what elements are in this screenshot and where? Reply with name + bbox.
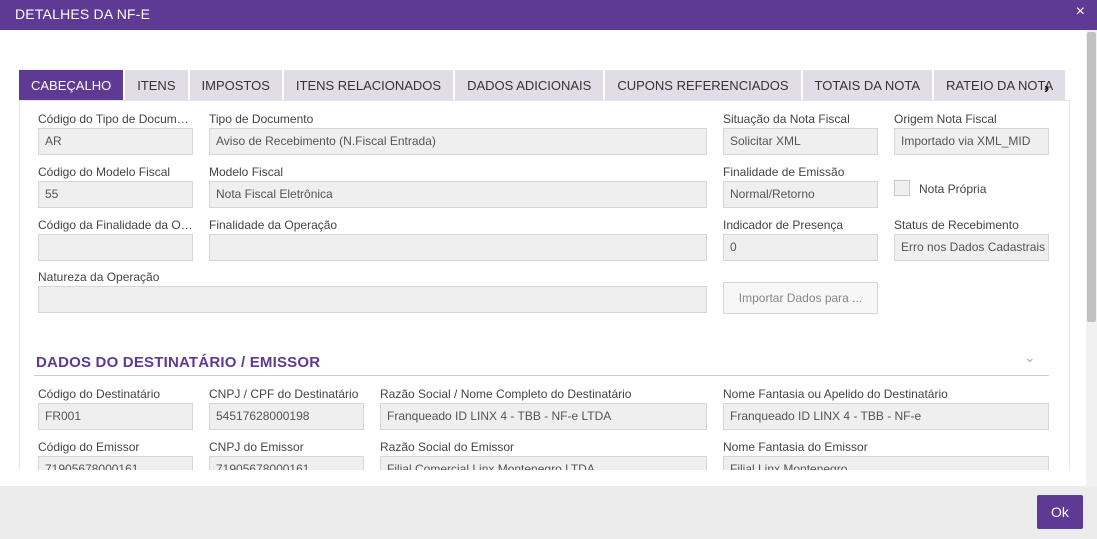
tab-itens-relacionados[interactable]: ITENS RELACIONADOS [283, 70, 456, 101]
label-codigo-destinatario: Código do Destinatário [38, 387, 161, 401]
label-cnpj-destinatario: CNPJ / CPF do Destinatário [209, 387, 359, 401]
dialog-titlebar: DETALHES DA NF-E × [0, 0, 1097, 30]
tab-dados-adicionais[interactable]: DADOS ADICIONAIS [455, 70, 606, 101]
field-codigo-modelo-fiscal[interactable]: 55 [38, 181, 193, 208]
tab-impostos[interactable]: IMPOSTOS [189, 70, 284, 101]
label-modelo-fiscal: Modelo Fiscal [209, 165, 284, 179]
field-origem-nota[interactable]: Importado via XML_MID [894, 128, 1049, 155]
chevron-right-icon[interactable]: › [1044, 80, 1058, 98]
field-codigo-finalidade-operacao[interactable] [38, 234, 193, 261]
field-codigo-emissor[interactable]: 71905678000161 [38, 456, 193, 470]
label-finalidade-operacao: Finalidade da Operação [209, 218, 338, 232]
close-icon[interactable]: × [1076, 3, 1085, 21]
label-status-recebimento: Status de Recebimento [894, 218, 1019, 232]
dialog-title: DETALHES DA NF-E [15, 6, 151, 22]
label-razao-social-destinatario: Razão Social / Nome Completo do Destinat… [380, 387, 632, 401]
field-razao-social-emissor[interactable]: Filial Comercial Linx Montenegro LTDA [380, 456, 707, 470]
section-divider [34, 375, 1049, 376]
label-codigo-finalidade-operacao: Código da Finalidade da Operação [38, 218, 193, 232]
tab-cupons-referenciados[interactable]: CUPONS REFERENCIADOS [605, 70, 803, 101]
field-modelo-fiscal[interactable]: Nota Fiscal Eletrônica [209, 181, 707, 208]
ok-button[interactable]: Ok [1037, 495, 1083, 529]
label-indicador-presenca: Indicador de Presença [723, 218, 844, 232]
field-situacao-nota[interactable]: Solicitar XML [723, 128, 878, 155]
field-indicador-presenca[interactable]: 0 [723, 234, 878, 261]
tab-totais-da-nota[interactable]: TOTAIS DA NOTA [802, 70, 935, 101]
field-tipo-documento[interactable]: Aviso de Recebimento (N.Fiscal Entrada) [209, 128, 707, 155]
label-nota-propria: Nota Própria [919, 182, 987, 196]
label-natureza-operacao: Natureza da Operação [38, 270, 160, 284]
importar-dados-button[interactable]: Importar Dados para ... [723, 282, 878, 314]
label-origem-nota: Origem Nota Fiscal [894, 112, 997, 126]
field-status-recebimento[interactable]: Erro nos Dados Cadastrais [894, 234, 1049, 261]
label-finalidade-emissao: Finalidade de Emissão [723, 165, 845, 179]
label-situacao-nota: Situação da Nota Fiscal [723, 112, 850, 126]
label-codigo-emissor: Código do Emissor [38, 440, 140, 454]
field-cnpj-emissor[interactable]: 71905678000161 [209, 456, 364, 470]
scrollbar-thumb[interactable] [1087, 32, 1096, 322]
field-nome-fantasia-destinatario[interactable]: Franqueado ID LINX 4 - TBB - NF-e [723, 403, 1049, 430]
label-tipo-documento: Tipo de Documento [209, 112, 314, 126]
label-codigo-modelo-fiscal: Código do Modelo Fiscal [38, 165, 171, 179]
tab-bar: CABEÇALHO ITENS IMPOSTOS ITENS RELACIONA… [19, 70, 1068, 101]
label-nome-fantasia-destinatario: Nome Fantasia ou Apelido do Destinatário [723, 387, 948, 401]
field-finalidade-emissao[interactable]: Normal/Retorno [723, 181, 878, 208]
field-natureza-operacao[interactable] [38, 286, 707, 313]
label-nome-fantasia-emissor: Nome Fantasia do Emissor [723, 440, 868, 454]
field-finalidade-operacao[interactable] [209, 234, 707, 261]
label-cnpj-emissor: CNPJ do Emissor [209, 440, 304, 454]
chevron-down-icon[interactable]: ⌄ [1024, 349, 1038, 365]
vertical-scrollbar[interactable] [1086, 30, 1097, 486]
field-codigo-tipo-documento[interactable]: AR [38, 128, 193, 155]
tab-cabecalho[interactable]: CABEÇALHO [19, 70, 126, 101]
label-razao-social-emissor: Razão Social do Emissor [380, 440, 515, 454]
nota-propria-checkbox[interactable] [894, 180, 910, 196]
field-razao-social-destinatario[interactable]: Franqueado ID LINX 4 - TBB - NF-e LTDA [380, 403, 707, 430]
section-title-destinatario: DADOS DO DESTINATÁRIO / EMISSOR [36, 354, 321, 371]
tab-panel-cabecalho: Código do Tipo de Documento AR Tipo de D… [19, 100, 1070, 470]
field-nome-fantasia-emissor[interactable]: Filial Linx Montenegro [723, 456, 1049, 470]
dialog-footer [0, 486, 1097, 539]
field-cnpj-destinatario[interactable]: 54517628000198 [209, 403, 364, 430]
label-codigo-tipo-documento: Código do Tipo de Documento [38, 112, 193, 126]
field-codigo-destinatario[interactable]: FR001 [38, 403, 193, 430]
tab-itens[interactable]: ITENS [125, 70, 190, 101]
